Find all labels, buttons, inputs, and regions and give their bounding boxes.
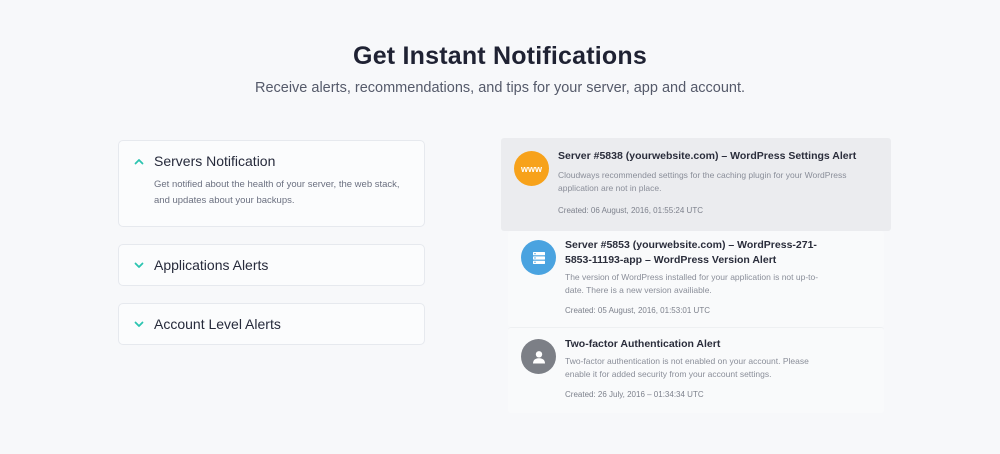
chevron-down-icon bbox=[133, 318, 145, 330]
page-title: Get Instant Notifications bbox=[353, 42, 647, 70]
notification-categories: Servers Notification Get notified about … bbox=[118, 140, 425, 362]
notification-description: Two-factor authentication is not enabled… bbox=[565, 356, 809, 379]
notification-title: Server #5838 (yourwebsite.com) – WordPre… bbox=[558, 150, 857, 162]
notification-list: www Server #5838 (yourwebsite.com) – Wor… bbox=[501, 138, 891, 413]
page-subtitle: Receive alerts, recommendations, and tip… bbox=[254, 80, 746, 96]
chevron-up-icon bbox=[133, 155, 145, 167]
notification-date: Created: 05 August, 2016, 01:53:01 UTC bbox=[565, 306, 710, 315]
accordion-title: Account Level Alerts bbox=[154, 316, 281, 332]
accordion-item-account[interactable]: Account Level Alerts bbox=[118, 303, 425, 345]
accordion-body: Get notified about the health of your se… bbox=[154, 179, 400, 206]
chevron-down-icon bbox=[133, 259, 145, 271]
accordion-item-applications[interactable]: Applications Alerts bbox=[118, 244, 425, 286]
notification-item[interactable]: www Server #5838 (yourwebsite.com) – Wor… bbox=[501, 138, 891, 231]
notification-title: Two-factor Authentication Alert bbox=[565, 338, 721, 350]
notification-date: Created: 06 August, 2016, 01:55:24 UTC bbox=[558, 206, 703, 215]
accordion-item-servers[interactable]: Servers Notification Get notified about … bbox=[118, 140, 425, 227]
notification-item[interactable]: Server #5853 (yourwebsite.com) – WordPre… bbox=[508, 231, 884, 327]
notification-date: Created: 26 July, 2016 – 01:34:34 UTC bbox=[565, 390, 704, 399]
accordion-title: Servers Notification bbox=[154, 153, 276, 169]
notification-title: Server #5853 (yourwebsite.com) – WordPre… bbox=[565, 239, 817, 266]
server-icon bbox=[521, 240, 556, 275]
notification-description: Cloudways recommended settings for the c… bbox=[558, 170, 847, 193]
notification-description: The version of WordPress installed for y… bbox=[565, 272, 819, 295]
www-icon: www bbox=[514, 151, 549, 186]
accordion-title: Applications Alerts bbox=[154, 257, 269, 273]
user-icon bbox=[521, 339, 556, 374]
notification-item[interactable]: Two-factor Authentication Alert Two-fact… bbox=[508, 327, 884, 413]
